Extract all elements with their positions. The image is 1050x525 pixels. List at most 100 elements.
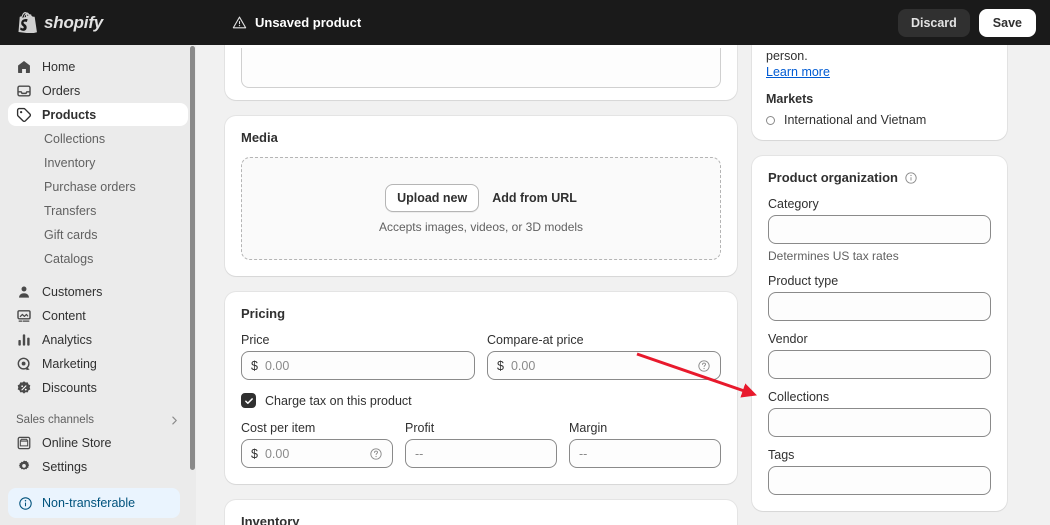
cost-currency-symbol: $ (251, 446, 258, 461)
sidebar-item-label: Discounts (42, 380, 97, 395)
chevron-right-icon[interactable] (169, 415, 180, 426)
vendor-field-group: Vendor (768, 332, 991, 379)
sidebar-item-label: Customers (42, 284, 103, 299)
margin-label: Margin (569, 421, 608, 435)
sidebar-subitem-label: Inventory (44, 155, 96, 170)
question-circle-icon[interactable] (369, 447, 383, 461)
sidebar-item-analytics[interactable]: Analytics (8, 328, 188, 351)
cost-per-item-label: Cost per item (241, 421, 316, 435)
non-transferable-label: Non-transferable (42, 496, 136, 510)
media-card: Media Upload new Add from URL Accepts im… (225, 116, 737, 276)
sidebar-item-label: Home (42, 59, 76, 74)
sidebar-item-marketing[interactable]: Marketing (8, 352, 188, 375)
market-radio[interactable] (766, 115, 775, 125)
description-card-clipped (225, 45, 737, 100)
market-item-row[interactable]: International and Vietnam (766, 113, 993, 127)
brand-logo-group[interactable]: shopify (18, 12, 218, 33)
pricing-card-title: Pricing (241, 306, 286, 321)
storefront-icon (16, 435, 32, 451)
sidebar-subitem-label: Gift cards (44, 227, 98, 242)
category-input[interactable] (768, 215, 991, 244)
analytics-bars-icon (16, 332, 32, 348)
sidebar-item-gift-cards[interactable]: Gift cards (8, 223, 188, 246)
markets-label: Markets (766, 92, 814, 106)
price-value: 0.00 (264, 358, 290, 373)
profit-value: -- (415, 446, 424, 461)
tags-input[interactable] (768, 466, 991, 495)
sidebar-item-online-store[interactable]: Online Store (8, 431, 188, 454)
sidebar-item-discounts[interactable]: Discounts (8, 376, 188, 399)
sidebar-item-home[interactable]: Home (8, 55, 188, 78)
sidebar-item-label: Analytics (42, 332, 93, 347)
sidebar-item-label: Online Store (42, 435, 112, 450)
sidebar-item-orders[interactable]: Orders (8, 79, 188, 102)
charge-tax-checkbox[interactable] (241, 393, 256, 408)
margin-field-group: Margin -- (569, 421, 721, 468)
sidebar-item-customers[interactable]: Customers (8, 280, 188, 303)
main-content: Media Upload new Add from URL Accepts im… (196, 45, 1050, 525)
compare-at-price-input[interactable]: $ 0.00 (487, 351, 721, 380)
cost-per-item-input[interactable]: $ 0.00 (241, 439, 393, 468)
margin-input[interactable]: -- (569, 439, 721, 468)
price-currency-symbol: $ (251, 358, 258, 373)
description-textarea[interactable] (241, 48, 721, 88)
collections-input[interactable] (768, 408, 991, 437)
sidebar-item-label: Orders (42, 83, 81, 98)
add-from-url-link[interactable]: Add from URL (492, 191, 577, 205)
sidebar-item-label: Content (42, 308, 86, 323)
question-circle-icon[interactable] (697, 359, 711, 373)
price-input[interactable]: $ 0.00 (241, 351, 475, 380)
discard-button[interactable]: Discard (897, 8, 970, 37)
media-dropzone[interactable]: Upload new Add from URL Accepts images, … (241, 157, 721, 260)
sidebar-item-products[interactable]: Products (8, 103, 188, 126)
customers-person-icon (16, 284, 32, 300)
category-field-group: Category Determines US tax rates (768, 197, 991, 263)
info-circle-icon (18, 496, 33, 511)
charge-tax-row[interactable]: Charge tax on this product (241, 393, 721, 408)
price-row: Price $ 0.00 Compare-at price $ 0.00 (241, 333, 721, 380)
profit-label: Profit (405, 421, 435, 435)
non-transferable-banner[interactable]: Non-transferable (8, 488, 180, 518)
price-field-group: Price $ 0.00 (241, 333, 475, 380)
sidebar-subitem-label: Transfers (44, 203, 97, 218)
cost-per-item-field-group: Cost per item $ 0.00 (241, 421, 393, 468)
compare-currency-symbol: $ (497, 358, 504, 373)
sidebar-section-sales-channels[interactable]: Sales channels (8, 409, 188, 431)
top-bar-actions: Discard Save (897, 0, 1036, 45)
info-circle-icon[interactable] (904, 171, 918, 185)
market-item-label: International and Vietnam (784, 113, 927, 127)
sidebar-item-collections[interactable]: Collections (8, 127, 188, 150)
price-label: Price (241, 333, 270, 347)
learn-more-link[interactable]: Learn more (766, 65, 830, 79)
pricing-card: Pricing Price $ 0.00 Compare-at price $ (225, 292, 737, 484)
cost-row: Cost per item $ 0.00 Profit -- Margin -- (241, 421, 721, 468)
sidebar-item-content[interactable]: Content (8, 304, 188, 327)
left-column: Media Upload new Add from URL Accepts im… (225, 45, 737, 525)
sidebar-item-purchase-orders[interactable]: Purchase orders (8, 175, 188, 198)
discounts-badge-icon (16, 380, 32, 396)
sidebar-item-settings[interactable]: Settings (8, 455, 188, 478)
profit-field-group: Profit -- (405, 421, 557, 468)
vendor-input[interactable] (768, 350, 991, 379)
sidebar-item-label: Settings (42, 459, 88, 474)
save-button[interactable]: Save (978, 8, 1036, 37)
sidebar-item-inventory[interactable]: Inventory (8, 151, 188, 174)
product-type-input[interactable] (768, 292, 991, 321)
orders-inbox-icon (16, 83, 32, 99)
sidebar-scrollbar-thumb[interactable] (190, 46, 195, 470)
category-label: Category (768, 197, 819, 211)
sidebar-item-catalogs[interactable]: Catalogs (8, 247, 188, 270)
organization-title-row: Product organization (768, 170, 991, 185)
publishing-clipped-text: person. (766, 49, 808, 63)
media-hint-text: Accepts images, videos, or 3D models (378, 219, 584, 234)
sidebar-item-transfers[interactable]: Transfers (8, 199, 188, 222)
page-title: Unsaved product (255, 15, 362, 30)
category-help-text: Determines US tax rates (768, 249, 899, 263)
publishing-card-clipped: person. Learn more Markets International… (752, 45, 1007, 140)
upload-new-button[interactable]: Upload new (385, 183, 480, 212)
profit-input[interactable]: -- (405, 439, 557, 468)
tags-label: Tags (768, 448, 795, 462)
sidebar-subitem-label: Collections (44, 131, 106, 146)
